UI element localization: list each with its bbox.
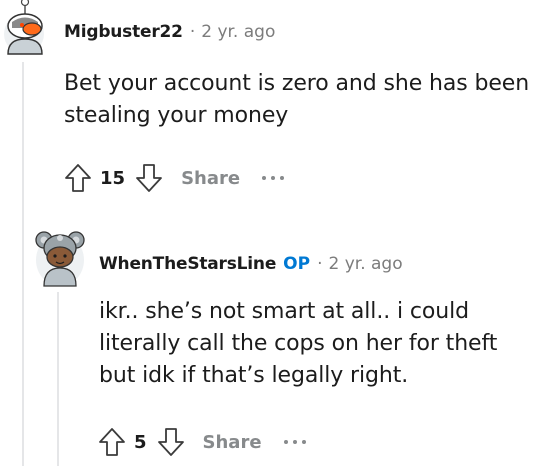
downvote-button[interactable]	[131, 160, 167, 196]
comment-line: literally call the cops on her for theft	[99, 331, 498, 356]
comment-body: Bet your account is zero and she has bee…	[64, 68, 529, 132]
avatar[interactable]	[34, 224, 86, 288]
arrow-up-outline-icon	[99, 428, 125, 456]
comment-header: WhenTheStarsLine OP · 2 yr. ago	[99, 254, 403, 274]
comment-header: Migbuster22 · 2 yr. ago	[64, 22, 275, 42]
meta-separator: ·	[317, 254, 323, 274]
downvote-button[interactable]	[153, 424, 189, 460]
comment-line: but idk if that’s legally right.	[99, 363, 409, 388]
comment-actions: 15 Share	[60, 160, 285, 196]
ellipsis-icon-dot	[283, 440, 288, 444]
comment-timestamp[interactable]: 2 yr. ago	[201, 22, 275, 42]
ellipsis-icon-dot	[271, 176, 276, 180]
share-button[interactable]: Share	[181, 168, 240, 189]
arrow-down-outline-icon	[157, 428, 184, 456]
comment-body: ikr.. she’s not smart at all.. i could l…	[99, 296, 497, 392]
thread-line-2[interactable]	[57, 292, 59, 466]
more-options-button[interactable]	[262, 168, 285, 188]
upvote-button[interactable]	[60, 160, 96, 196]
author-name[interactable]: Migbuster22	[64, 22, 183, 42]
comment-actions: 5 Share	[94, 424, 306, 460]
comment-line: Bet your account is zero and she has bee…	[64, 71, 530, 96]
ellipsis-icon-dot	[262, 176, 267, 180]
op-badge: OP	[283, 254, 311, 274]
comment-line: ikr.. she’s not smart at all.. i could	[99, 299, 469, 324]
arrow-up-outline-icon	[65, 164, 91, 192]
avatar[interactable]	[0, 0, 48, 60]
vote-count: 15	[100, 167, 126, 189]
author-name[interactable]: WhenTheStarsLine	[99, 254, 276, 274]
snoo-avatar-icon	[4, 0, 44, 55]
koala-avatar-icon	[35, 231, 85, 287]
ellipsis-icon-dot	[280, 176, 285, 180]
arrow-down-outline-icon	[136, 164, 162, 192]
more-options-button[interactable]	[283, 432, 306, 452]
comment-line: stealing your money	[64, 103, 289, 128]
comment-timestamp[interactable]: 2 yr. ago	[328, 254, 402, 274]
meta-separator: ·	[189, 22, 196, 42]
ellipsis-icon-dot	[301, 440, 306, 444]
share-button[interactable]: Share	[203, 432, 262, 453]
vote-count: 5	[134, 431, 147, 453]
upvote-button[interactable]	[94, 424, 130, 460]
ellipsis-icon-dot	[292, 440, 297, 444]
thread-line-1[interactable]	[22, 62, 24, 466]
